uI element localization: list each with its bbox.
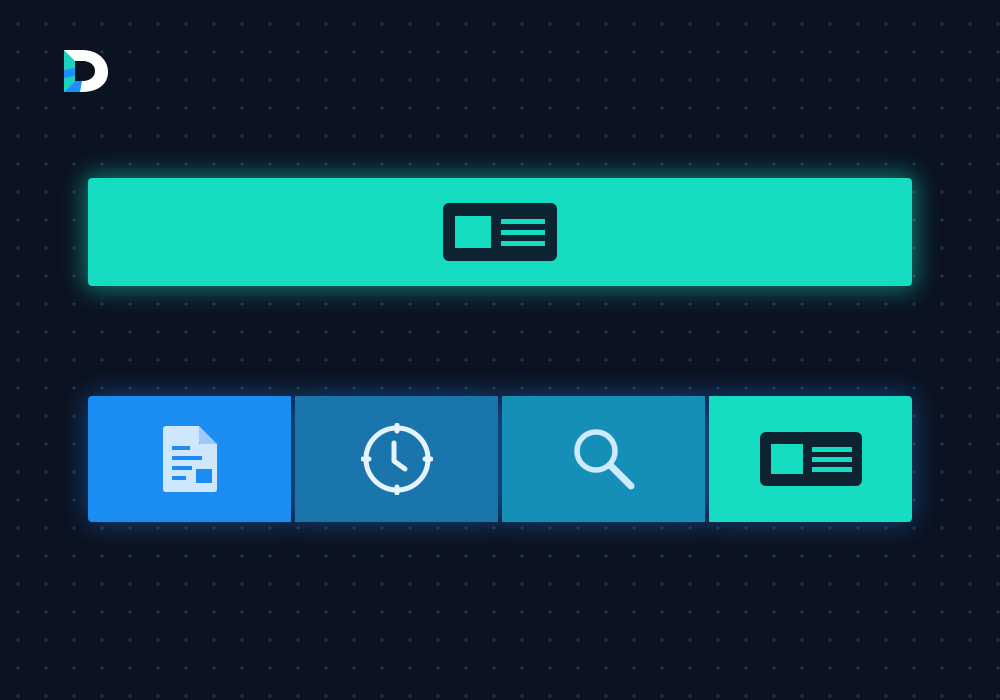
document-icon [161, 425, 219, 493]
tab-clock[interactable] [295, 396, 498, 522]
profile-banner-button[interactable] [88, 178, 912, 286]
brand-logo [58, 44, 114, 96]
tab-search[interactable] [502, 396, 705, 522]
tab-profile-card[interactable] [709, 396, 912, 522]
profile-card-icon [443, 203, 557, 261]
search-icon [571, 426, 637, 492]
clock-icon [360, 423, 433, 495]
tab-document[interactable] [88, 396, 291, 522]
brand-d-logo-icon [58, 44, 114, 96]
tab-bar [88, 396, 912, 522]
profile-card-icon [759, 432, 862, 486]
